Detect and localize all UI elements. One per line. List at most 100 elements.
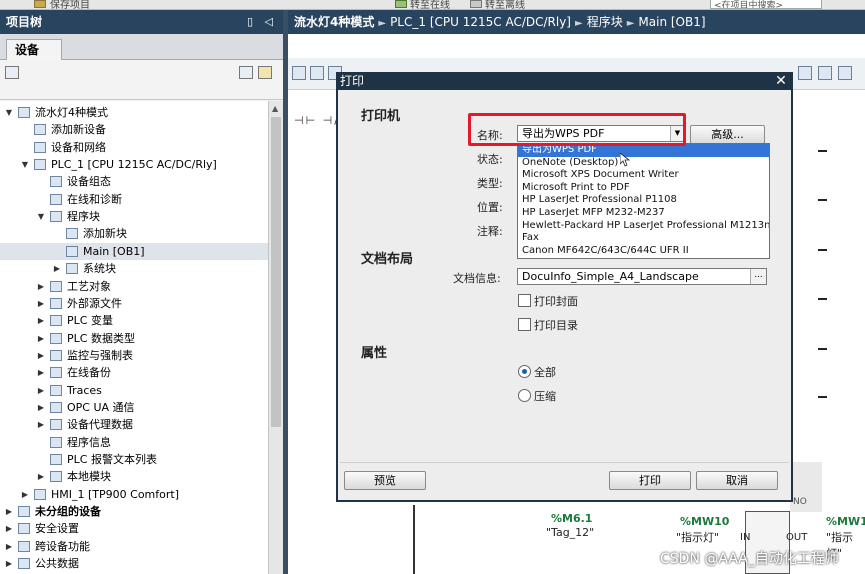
tab-devices[interactable]: 设备 xyxy=(6,39,62,61)
collapse-arrow-icon[interactable]: ▶ xyxy=(52,260,62,277)
go-online-button[interactable]: 转至在线 xyxy=(410,0,450,9)
tree-item[interactable]: ▼ 流水灯4种模式 xyxy=(0,104,268,121)
print-cover-checkbox[interactable] xyxy=(518,294,531,307)
printer-option[interactable]: Microsoft Print to PDF xyxy=(518,182,769,195)
device-view-icon[interactable] xyxy=(5,66,19,79)
collapse-arrow-icon[interactable]: ▶ xyxy=(20,486,30,503)
new-item-icon[interactable] xyxy=(258,66,272,79)
expand-arrow-icon[interactable]: ▼ xyxy=(4,104,14,121)
print-toc-checkbox[interactable] xyxy=(518,318,531,331)
all-radio[interactable] xyxy=(518,365,531,378)
cancel-button[interactable]: 取消 xyxy=(696,471,778,490)
settings-icon[interactable] xyxy=(838,66,852,80)
tree-item[interactable]: 设备和网络 xyxy=(0,139,268,156)
tree-item[interactable]: 添加新设备 xyxy=(0,121,268,138)
tree-item[interactable]: Main [OB1] xyxy=(0,242,268,260)
refresh-icon[interactable] xyxy=(818,66,832,80)
breadcrumb-device[interactable]: PLC_1 [CPU 1215C AC/DC/Rly] xyxy=(390,15,571,29)
tree-item[interactable]: ▶ 公共数据 xyxy=(0,555,268,572)
browse-button[interactable]: ... xyxy=(750,269,766,284)
preview-button[interactable]: 预览 xyxy=(344,471,426,490)
chevron-down-icon[interactable]: ▼ xyxy=(670,126,684,141)
print-dialog-titlebar[interactable]: 打印 ✕ xyxy=(336,72,793,90)
printer-option[interactable]: Hewlett-Packard HP LaserJet Professional… xyxy=(518,220,769,233)
collapse-arrow-icon[interactable]: ▶ xyxy=(4,538,14,555)
tree-item[interactable]: ▶ PLC 变量 xyxy=(0,312,268,329)
tree-item[interactable]: 添加新块 xyxy=(0,225,268,242)
tree-item[interactable]: PLC 报警文本列表 xyxy=(0,451,268,468)
tree-item[interactable]: ▶ OPC UA 通信 xyxy=(0,399,268,416)
close-icon[interactable]: ✕ xyxy=(773,72,789,90)
tree-item[interactable]: ▶ 安全设置 xyxy=(0,520,268,537)
advanced-button[interactable]: 高级... xyxy=(690,125,765,144)
collapse-arrow-icon[interactable]: ▶ xyxy=(36,278,46,295)
go-offline-button[interactable]: 转至离线 xyxy=(485,0,525,9)
collapse-arrow-icon[interactable]: ▶ xyxy=(36,416,46,433)
printer-option[interactable]: OneNote (Desktop) xyxy=(518,157,769,170)
breadcrumb-folder[interactable]: 程序块 xyxy=(587,15,623,29)
tree-item[interactable]: ▶ 系统块 xyxy=(0,260,268,277)
tree-item[interactable]: ▶ 跨设备功能 xyxy=(0,538,268,555)
scroll-up-icon[interactable]: ▲ xyxy=(272,104,278,113)
docinfo-select[interactable]: DocuInfo_Simple_A4_Landscape ... xyxy=(517,268,767,285)
expand-arrow-icon[interactable]: ▼ xyxy=(20,156,30,173)
print-button[interactable]: 打印 xyxy=(609,471,691,490)
expand-arrow-icon[interactable]: ▼ xyxy=(36,208,46,225)
tree-item[interactable]: ▼ PLC_1 [CPU 1215C AC/DC/Rly] xyxy=(0,156,268,173)
printer-option[interactable]: 导出为WPS PDF xyxy=(518,144,769,157)
panel-buttons[interactable]: ▯ ◁ xyxy=(247,10,277,34)
collapse-arrow-icon[interactable]: ▶ xyxy=(36,364,46,381)
collapse-arrow-icon[interactable]: ▶ xyxy=(36,382,46,399)
tree-node-icon xyxy=(50,384,62,396)
monitor-icon[interactable] xyxy=(798,66,812,80)
tree-item[interactable]: ▶ 监控与强制表 xyxy=(0,347,268,364)
save-icon[interactable] xyxy=(34,0,46,8)
tree-item[interactable]: ▶ PLC 数据类型 xyxy=(0,330,268,347)
project-search-input[interactable]: <在项目中搜索> xyxy=(710,0,822,9)
tree-item[interactable]: ▶ HMI_1 [TP900 Comfort] xyxy=(0,486,268,503)
printer-option[interactable]: HP LaserJet MFP M232-M237 xyxy=(518,207,769,220)
operand-tag[interactable]: "指示灯" xyxy=(676,529,719,545)
breadcrumb-project[interactable]: 流水灯4种模式 xyxy=(294,15,374,29)
collapse-arrow-icon[interactable]: ▶ xyxy=(36,330,46,347)
operand-address[interactable]: %MW10 xyxy=(680,515,729,528)
printer-option[interactable]: Fax xyxy=(518,232,769,245)
printer-option[interactable]: Canon MF642C/643C/644C UFR II xyxy=(518,245,769,258)
collapse-arrow-icon[interactable]: ▶ xyxy=(36,347,46,364)
overview-icon[interactable] xyxy=(239,66,253,79)
collapse-arrow-icon[interactable]: ▶ xyxy=(4,555,14,572)
collapse-arrow-icon[interactable]: ▶ xyxy=(36,399,46,416)
collapse-arrow-icon[interactable]: ▶ xyxy=(36,312,46,329)
breadcrumb-block[interactable]: Main [OB1] xyxy=(638,15,705,29)
tree-item[interactable]: ▼ 程序块 xyxy=(0,208,268,225)
insert-network-icon[interactable] xyxy=(292,66,306,80)
tree-item[interactable]: ▶ Traces xyxy=(0,382,268,399)
printer-option[interactable]: HP LaserJet Professional P1108 xyxy=(518,194,769,207)
tree-item[interactable]: ▶ 未分组的设备 xyxy=(0,503,268,520)
collapse-arrow-icon[interactable]: ▶ xyxy=(36,468,46,485)
collapse-arrow-icon[interactable]: ▶ xyxy=(4,520,14,537)
go-online-icon[interactable] xyxy=(395,0,407,8)
collapse-arrow-icon[interactable]: ▶ xyxy=(4,503,14,520)
tree-item[interactable]: 设备组态 xyxy=(0,173,268,190)
tree-item[interactable]: ▶ 本地模块 xyxy=(0,468,268,485)
operand-address[interactable]: %MW10 xyxy=(826,515,865,528)
tree-item[interactable]: 程序信息 xyxy=(0,434,268,451)
tree-item[interactable]: ▶ 在线备份 xyxy=(0,364,268,381)
operand-tag[interactable]: "Tag_12" xyxy=(546,526,594,539)
tree-item[interactable]: 在线和诊断 xyxy=(0,191,268,208)
go-offline-icon[interactable] xyxy=(470,0,482,8)
collapse-arrow-icon[interactable]: ▶ xyxy=(36,295,46,312)
printer-select[interactable]: 导出为WPS PDF ▼ xyxy=(517,125,685,142)
tree-item[interactable]: ▶ 外部源文件 xyxy=(0,295,268,312)
operand-address[interactable]: %M6.1 xyxy=(551,512,592,525)
tree-item[interactable]: ▶ 设备代理数据 xyxy=(0,416,268,433)
tree-scrollbar[interactable]: ▲ xyxy=(268,101,283,574)
printer-dropdown-list[interactable]: 导出为WPS PDF OneNote (Desktop) Microsoft XPS… xyxy=(517,143,770,259)
compressed-radio[interactable] xyxy=(518,389,531,402)
printer-option[interactable]: Microsoft XPS Document Writer xyxy=(518,169,769,182)
save-project-button[interactable]: 保存项目 xyxy=(50,0,90,9)
tree-item[interactable]: ▶ 工艺对象 xyxy=(0,278,268,295)
delete-network-icon[interactable] xyxy=(310,66,324,80)
scrollbar-thumb[interactable] xyxy=(271,117,281,427)
